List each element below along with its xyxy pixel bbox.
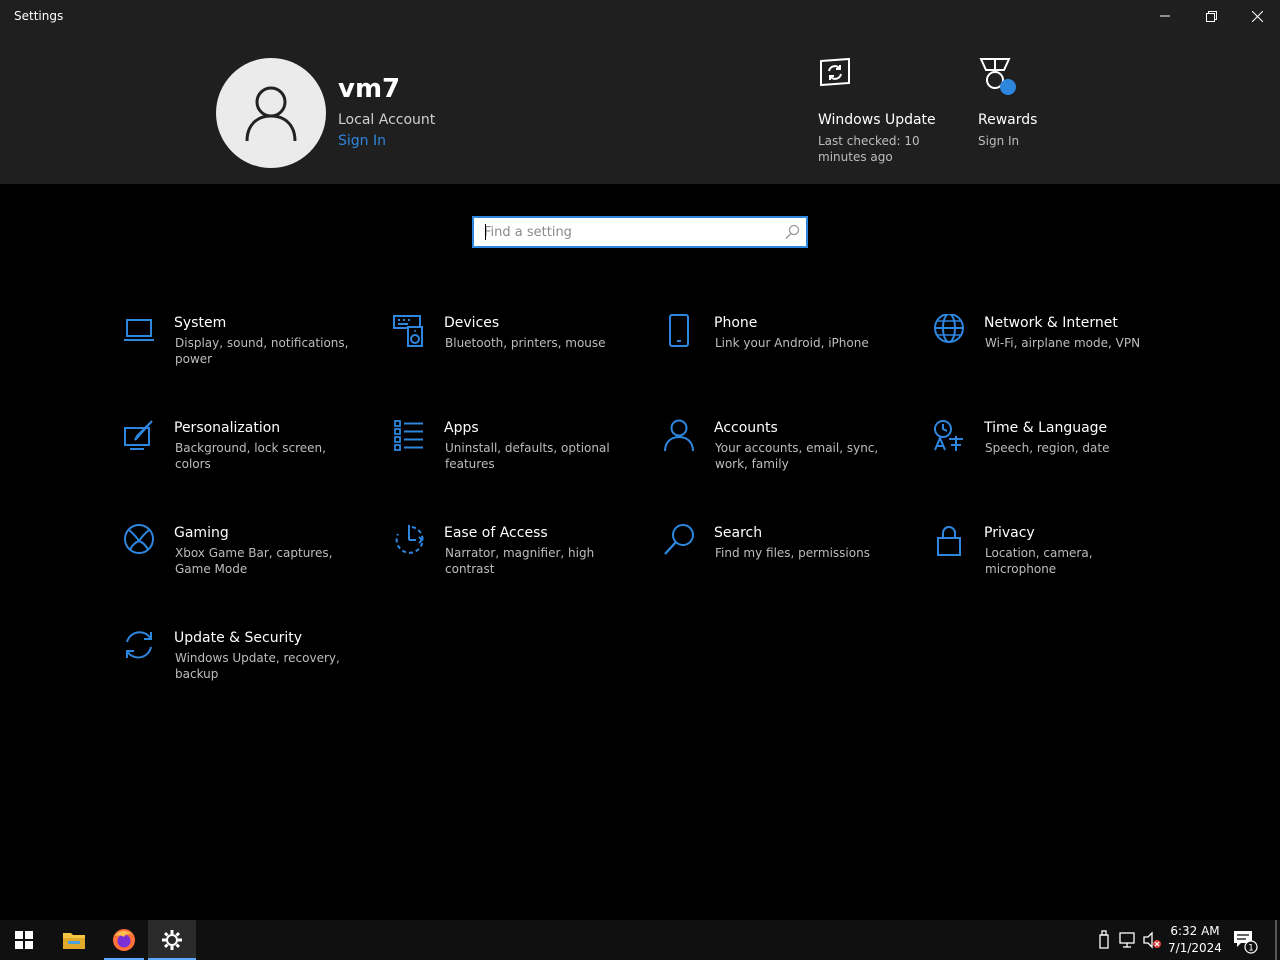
windows-update-status: Last checked: 10 minutes ago	[818, 134, 920, 164]
category-description: Location, camera, microphone	[985, 546, 1093, 576]
category-title: Ease of Access	[444, 525, 548, 541]
phone-icon	[669, 314, 689, 347]
show-desktop-button[interactable]	[1275, 920, 1277, 960]
globe-icon	[934, 314, 964, 343]
search-input[interactable]	[474, 218, 774, 246]
minimize-button[interactable]	[1142, 0, 1188, 32]
file-explorer-icon	[63, 933, 85, 949]
close-button[interactable]	[1234, 0, 1280, 32]
category-description: Wi-Fi, airplane mode, VPN	[985, 336, 1141, 350]
apps-list-icon	[394, 420, 423, 451]
category-description: Your accounts, email, sync, work, family	[715, 441, 879, 471]
clock-time: 6:32 AM	[1170, 924, 1220, 938]
category-accounts[interactable]: Accounts Your accounts, email, sync, wor…	[662, 419, 912, 479]
search-magnifier-icon	[664, 524, 694, 555]
category-personalization[interactable]: Personalization Background, lock screen,…	[122, 419, 372, 479]
category-devices[interactable]: Devices Bluetooth, printers, mouse	[392, 314, 642, 374]
keyboard-speaker-icon	[393, 315, 423, 347]
laptop-icon	[124, 319, 154, 341]
category-description: Find my files, permissions	[715, 546, 870, 560]
category-ease-of-access[interactable]: Ease of Access Narrator, magnifier, high…	[392, 524, 642, 584]
category-title: Phone	[714, 315, 758, 331]
category-description: Uninstall, defaults, optional features	[445, 441, 610, 471]
window-title: Settings	[14, 9, 64, 23]
notification-icon: 1	[1234, 931, 1258, 954]
category-description: Xbox Game Bar, captures, Game Mode	[175, 546, 333, 576]
category-title: Search	[714, 525, 763, 541]
category-time-language[interactable]: Time & Language Speech, region, date	[932, 419, 1182, 479]
search-icon	[785, 224, 800, 239]
restore-icon	[1205, 10, 1217, 22]
category-description: Windows Update, recovery, backup	[175, 651, 340, 681]
category-description: Link your Android, iPhone	[715, 336, 869, 350]
category-phone[interactable]: Phone Link your Android, iPhone	[662, 314, 912, 374]
category-privacy[interactable]: Privacy Location, camera, microphone	[932, 524, 1182, 584]
category-description: Background, lock screen, colors	[175, 441, 326, 471]
category-search[interactable]: Search Find my files, permissions	[662, 524, 912, 584]
category-description: Bluetooth, printers, mouse	[445, 336, 606, 350]
taskbar	[0, 920, 1280, 960]
network-icon[interactable]	[1118, 930, 1136, 950]
sign-in-link[interactable]: Sign In	[338, 133, 386, 149]
usb-device-icon[interactable]	[1098, 930, 1110, 950]
ease-of-access-icon	[395, 525, 424, 554]
taskbar-clock[interactable]: 6:32 AM 7/1/2024	[1164, 923, 1226, 957]
category-description: Narrator, magnifier, high contrast	[445, 546, 595, 576]
close-icon	[1251, 10, 1263, 22]
user-silhouette-icon	[245, 86, 297, 142]
clock-date: 7/1/2024	[1168, 941, 1222, 955]
rewards-medal-icon	[979, 58, 1016, 95]
taskbar-firefox[interactable]	[100, 920, 148, 960]
category-title: Privacy	[984, 525, 1035, 541]
lock-icon	[937, 526, 961, 556]
category-gaming[interactable]: Gaming Xbox Game Bar, captures, Game Mod…	[122, 524, 372, 584]
category-title: Time & Language	[984, 420, 1108, 436]
windows-update-title: Windows Update	[818, 112, 936, 128]
windows-update-tile[interactable]: Windows Update Last checked: 10 minutes …	[818, 56, 968, 165]
user-name: vm7	[338, 74, 401, 104]
rewards-tile[interactable]: Rewards Sign In	[978, 56, 1128, 149]
account-type: Local Account	[338, 112, 436, 128]
category-title: Network & Internet	[984, 315, 1118, 331]
notification-count: 1	[1248, 944, 1254, 954]
person-icon	[664, 419, 694, 452]
sync-arrows-icon	[126, 631, 152, 659]
category-description: Speech, region, date	[985, 441, 1110, 455]
category-title: Gaming	[174, 525, 229, 541]
settings-gear-icon	[162, 930, 182, 950]
avatar[interactable]	[216, 58, 326, 168]
category-title: Update & Security	[174, 630, 303, 646]
rewards-title: Rewards	[978, 112, 1038, 128]
category-apps[interactable]: Apps Uninstall, defaults, optional featu…	[392, 419, 642, 479]
paint-screen-icon	[124, 420, 153, 450]
text-caret	[485, 224, 486, 240]
time-language-icon	[934, 420, 963, 451]
windows-update-icon	[820, 57, 850, 87]
start-button[interactable]	[0, 920, 48, 960]
search-box[interactable]	[472, 216, 808, 248]
taskbar-settings[interactable]	[148, 920, 196, 960]
category-title: Accounts	[714, 420, 778, 436]
category-title: Devices	[444, 315, 500, 331]
action-center-button[interactable]: 1	[1232, 928, 1258, 958]
taskbar-file-explorer[interactable]	[50, 920, 98, 960]
start-icon	[15, 931, 33, 949]
minimize-icon	[1160, 15, 1170, 17]
restore-button[interactable]	[1188, 0, 1234, 32]
category-system[interactable]: System Display, sound, notifications, po…	[122, 314, 372, 374]
category-title: Personalization	[174, 420, 281, 436]
category-title: Apps	[444, 420, 479, 436]
category-network-internet[interactable]: Network & Internet Wi-Fi, airplane mode,…	[932, 314, 1182, 374]
category-update-security[interactable]: Update & Security Windows Update, recove…	[122, 629, 372, 689]
category-description: Display, sound, notifications, power	[175, 336, 349, 366]
category-title: System	[174, 315, 227, 331]
firefox-icon	[113, 929, 135, 951]
volume-muted-icon[interactable]	[1142, 930, 1162, 950]
rewards-sign-in: Sign In	[978, 134, 1020, 148]
xbox-icon	[124, 524, 154, 554]
